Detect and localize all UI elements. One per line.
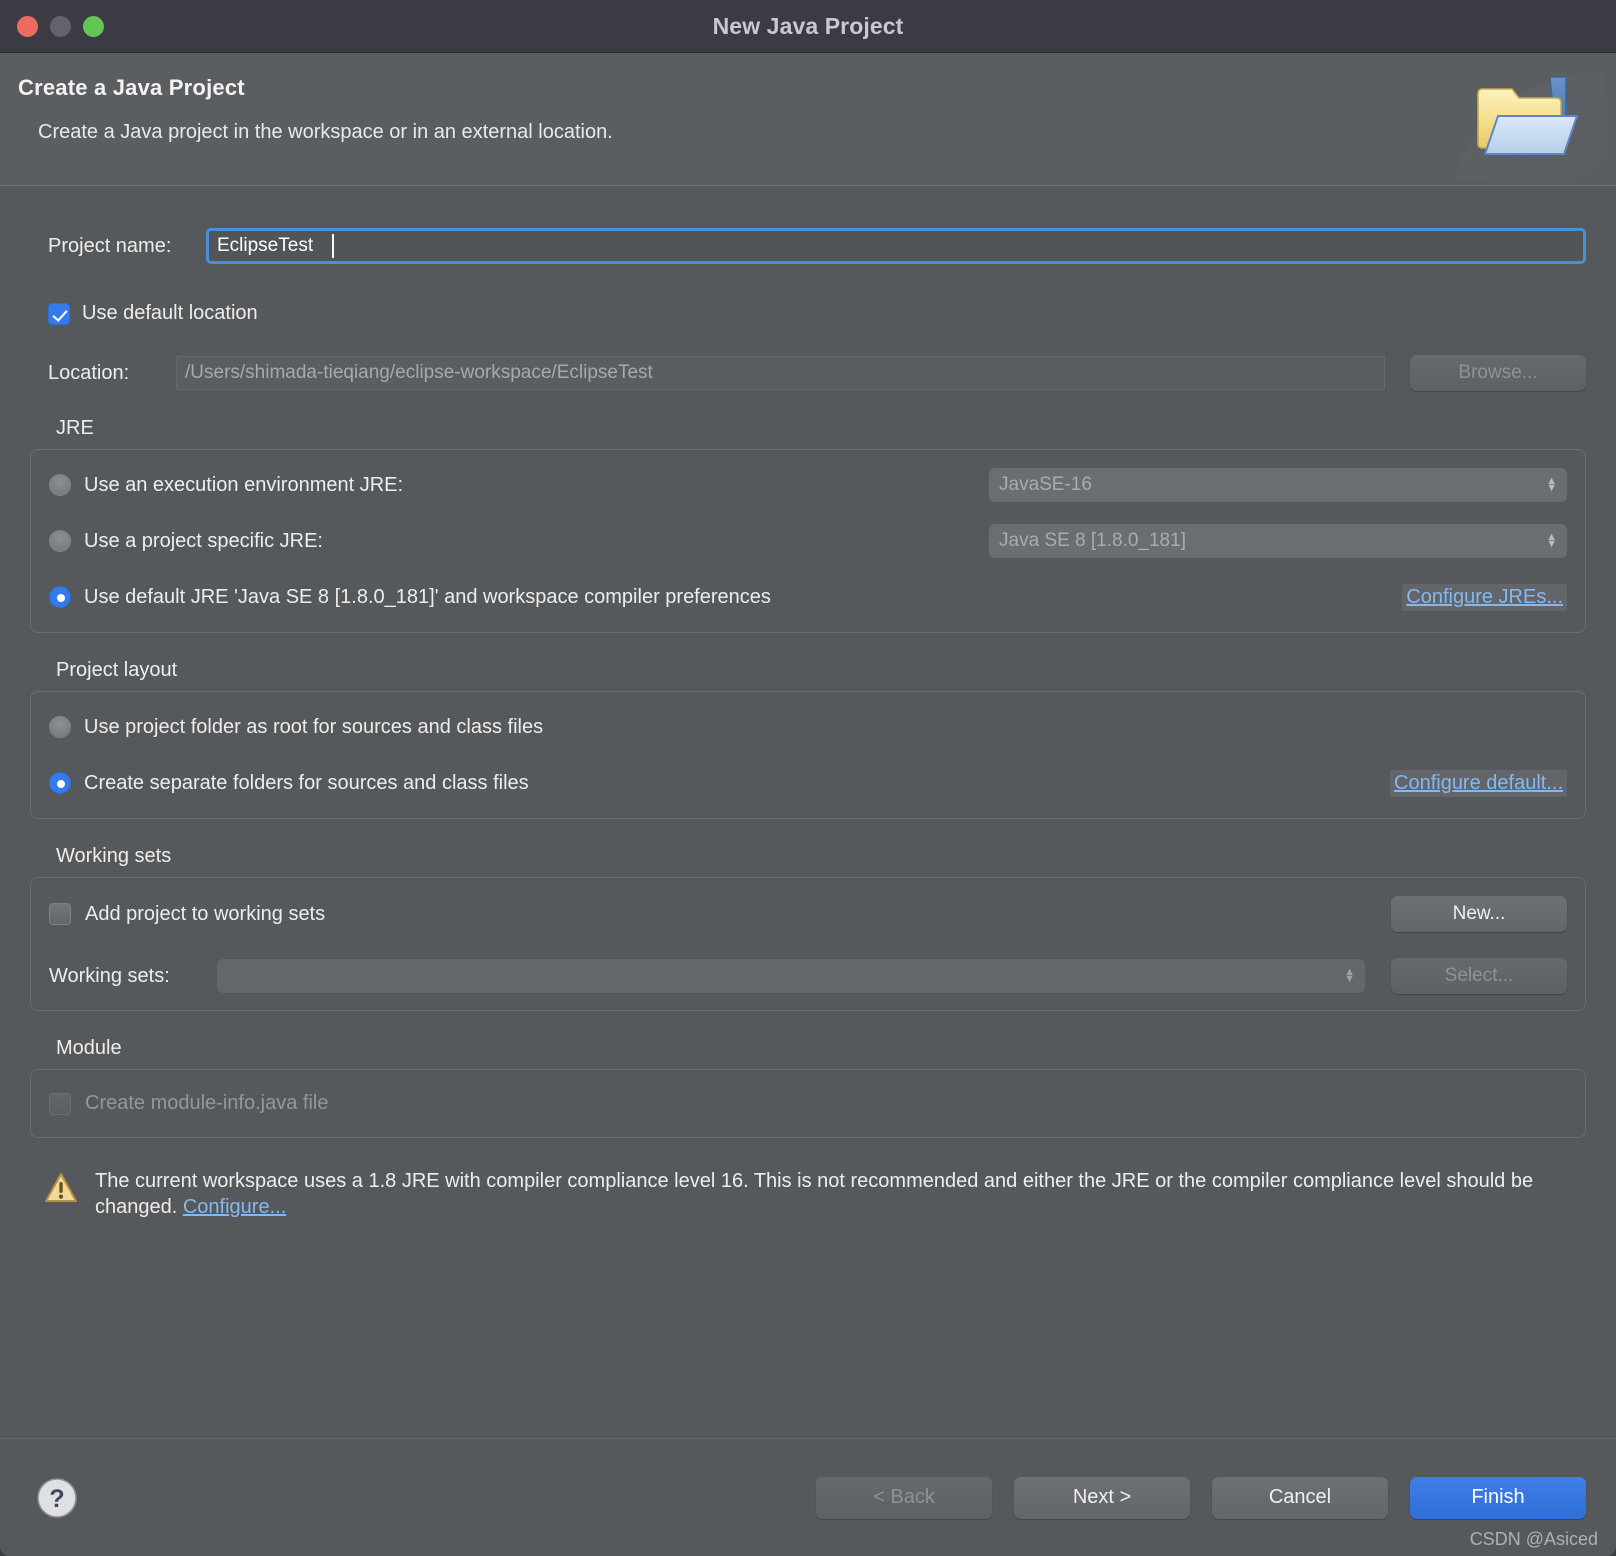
maximize-window-button[interactable] (83, 15, 104, 37)
watermark: CSDN @Asiced (1469, 1529, 1598, 1549)
chevron-updown-icon: ▲ ▼ (1546, 531, 1557, 550)
compliance-warning-text: The current workspace uses a 1.8 JRE wit… (95, 1168, 1556, 1221)
select-working-sets-button[interactable]: Select... (1391, 958, 1567, 994)
jre-option-default[interactable]: Use default JRE 'Java SE 8 [1.8.0_181]' … (49, 578, 1567, 616)
layout-option-project-folder-root[interactable]: Use project folder as root for sources a… (49, 708, 1567, 746)
location-label: Location: (48, 361, 130, 384)
help-button[interactable]: ? (36, 1477, 78, 1519)
window-controls (0, 15, 104, 37)
layout-project-folder-root-radio[interactable] (49, 716, 71, 738)
project-name-label: Project name: (48, 234, 172, 257)
chevron-updown-icon: ▲ ▼ (1546, 475, 1557, 494)
jre-group-box: Use an execution environment JRE: JavaSE… (30, 449, 1586, 633)
working-sets-label: Working sets: (49, 964, 170, 987)
execution-environment-combo[interactable]: JavaSE-16 ▲ ▼ (989, 468, 1567, 502)
warning-triangle-icon (44, 1168, 78, 1221)
use-default-location-row[interactable]: Use default location (30, 302, 1586, 325)
location-row: Location: /Users/shimada-tieqiang/eclips… (30, 355, 1586, 391)
working-sets-select-row: Working sets: ▲ ▼ Select... (49, 958, 1567, 994)
wizard-header: Create a Java Project Create a Java proj… (0, 53, 1616, 186)
module-group-box: Create module-info.java file (30, 1069, 1586, 1138)
page-subtitle: Create a Java project in the workspace o… (38, 121, 613, 143)
add-project-to-working-sets-checkbox[interactable] (49, 903, 71, 925)
project-layout-group: Project layout Use project folder as roo… (30, 659, 1586, 819)
layout-option-separate-folders[interactable]: Create separate folders for sources and … (49, 764, 1567, 802)
configure-compliance-link[interactable]: Configure... (183, 1196, 286, 1218)
back-button[interactable]: < Back (816, 1476, 992, 1519)
cancel-button[interactable]: Cancel (1212, 1476, 1388, 1519)
working-sets-group-box: Add project to working sets New... Worki… (30, 877, 1586, 1011)
java-project-folder-icon (1416, 53, 1616, 185)
project-name-row: Project name: (30, 228, 1586, 264)
use-default-location-checkbox[interactable] (48, 302, 70, 325)
project-specific-jre-combo-value: Java SE 8 [1.8.0_181] (999, 530, 1186, 551)
layout-separate-folders-label: Create separate folders for sources and … (84, 771, 529, 794)
jre-project-specific-label: Use a project specific JRE: (84, 529, 323, 552)
close-window-button[interactable] (17, 15, 38, 37)
layout-project-folder-root-label: Use project folder as root for sources a… (84, 715, 544, 738)
jre-execution-environment-label: Use an execution environment JRE: (84, 473, 404, 496)
add-project-to-working-sets-row[interactable]: Add project to working sets New... (49, 894, 1567, 934)
configure-jres-link[interactable]: Configure JREs... (1402, 583, 1567, 611)
jre-default-label: Use default JRE 'Java SE 8 [1.8.0_181]' … (84, 585, 771, 608)
layout-separate-folders-radio[interactable] (49, 772, 71, 794)
add-project-to-working-sets-label: Add project to working sets (85, 902, 326, 925)
compliance-warning: The current workspace uses a 1.8 JRE wit… (30, 1168, 1586, 1221)
working-sets-group-title: Working sets (56, 845, 172, 867)
wizard-footer: ? < Back Next > Cancel Finish CSDN @Asic… (0, 1438, 1616, 1556)
next-button[interactable]: Next > (1014, 1476, 1190, 1519)
text-caret (332, 234, 334, 258)
wizard-buttons: < Back Next > Cancel Finish (816, 1476, 1586, 1519)
chevron-updown-icon: ▲ ▼ (1344, 966, 1355, 985)
browse-button[interactable]: Browse... (1410, 355, 1586, 391)
project-layout-group-box: Use project folder as root for sources a… (30, 691, 1586, 819)
create-module-info-checkbox[interactable] (49, 1092, 71, 1115)
project-name-input[interactable] (206, 228, 1586, 264)
project-layout-group-title: Project layout (56, 659, 178, 681)
minimize-window-button[interactable] (50, 15, 71, 37)
module-group-title: Module (56, 1037, 122, 1059)
new-java-project-dialog: New Java Project Create a Java Project C… (0, 0, 1616, 1556)
jre-group-title: JRE (56, 417, 94, 439)
jre-project-specific-radio[interactable] (49, 530, 71, 552)
jre-default-radio[interactable] (49, 586, 71, 608)
project-name-input-wrap (206, 228, 1586, 264)
jre-group: JRE Use an execution environment JRE: Ja… (30, 417, 1586, 633)
create-module-info-row[interactable]: Create module-info.java file (49, 1092, 1567, 1115)
working-sets-combo[interactable]: ▲ ▼ (217, 959, 1365, 993)
create-module-info-label: Create module-info.java file (85, 1092, 329, 1114)
finish-button[interactable]: Finish (1410, 1476, 1586, 1519)
new-working-set-button[interactable]: New... (1391, 896, 1567, 932)
module-group: Module Create module-info.java file (30, 1037, 1586, 1138)
location-field[interactable]: /Users/shimada-tieqiang/eclipse-workspac… (176, 356, 1385, 390)
jre-option-project-specific[interactable]: Use a project specific JRE: Java SE 8 [1… (49, 522, 1567, 560)
jre-execution-environment-radio[interactable] (49, 474, 71, 496)
page-title: Create a Java Project (18, 75, 245, 100)
project-specific-jre-combo[interactable]: Java SE 8 [1.8.0_181] ▲ ▼ (989, 524, 1567, 558)
use-default-location-label: Use default location (82, 302, 258, 324)
working-sets-group: Working sets Add project to working sets… (30, 845, 1586, 1011)
wizard-body: Project name: Use default location Locat… (0, 186, 1616, 1438)
execution-environment-combo-value: JavaSE-16 (999, 474, 1092, 495)
svg-text:?: ? (49, 1485, 64, 1513)
window-title: New Java Project (712, 12, 904, 39)
jre-option-execution-environment[interactable]: Use an execution environment JRE: JavaSE… (49, 466, 1567, 504)
title-bar: New Java Project (0, 0, 1616, 53)
configure-default-link[interactable]: Configure default... (1390, 769, 1567, 797)
compliance-warning-message: The current workspace uses a 1.8 JRE wit… (95, 1170, 1534, 1219)
